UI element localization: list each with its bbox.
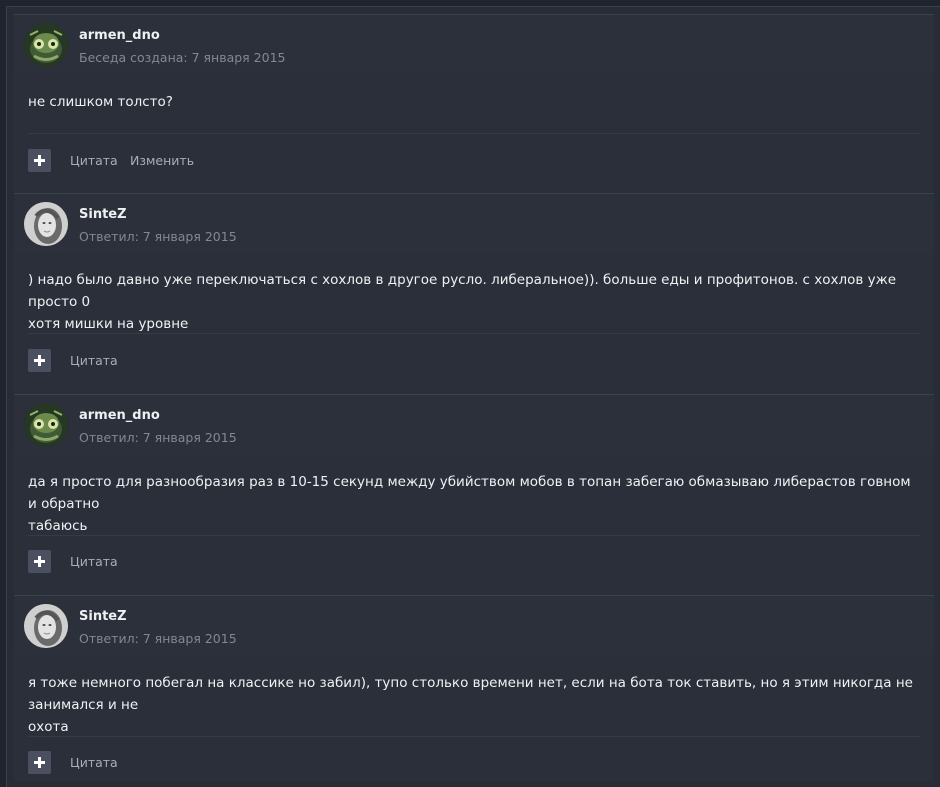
post: SinteZ Ответил: 7 января 2015 я тоже нем… <box>14 595 934 781</box>
reputation-plus-button[interactable] <box>28 349 51 372</box>
reputation-plus-button[interactable] <box>28 550 51 573</box>
post-text-line: охота <box>28 719 69 735</box>
post-header: armen_dno Беседа создана: 7 января 2015 <box>14 15 934 74</box>
post-content: не слишком толсто? <box>28 91 914 113</box>
avatar[interactable] <box>24 202 68 246</box>
author-name[interactable]: SinteZ <box>79 207 127 222</box>
avatar[interactable] <box>24 604 68 648</box>
plus-icon <box>34 556 45 567</box>
post-content: да я просто для разнообразия раз в 10-15… <box>28 471 914 537</box>
author-name[interactable]: armen_dno <box>79 28 160 43</box>
divider <box>28 736 920 737</box>
portrait-avatar-icon <box>24 202 68 246</box>
divider <box>28 535 920 536</box>
reputation-plus-button[interactable] <box>28 751 51 774</box>
post: armen_dno Ответил: 7 января 2015 да я пр… <box>14 394 934 595</box>
post-date: Ответил: 7 января 2015 <box>79 631 237 646</box>
post: SinteZ Ответил: 7 января 2015 ) надо был… <box>14 193 934 394</box>
divider <box>28 333 920 334</box>
plus-icon <box>34 155 45 166</box>
post-text-line: не слишком толсто? <box>28 94 173 110</box>
post-date: Ответил: 7 января 2015 <box>79 430 237 445</box>
post-body: не слишком толсто? Цитата Изменить <box>14 74 934 193</box>
post-body: да я просто для разнообразия раз в 10-15… <box>14 454 934 595</box>
reputation-plus-button[interactable] <box>28 149 51 172</box>
plus-icon <box>34 757 45 768</box>
portrait-avatar-icon <box>24 604 68 648</box>
post-text-line: ) надо было давно уже переключаться с хо… <box>28 272 897 310</box>
avatar[interactable] <box>24 403 68 447</box>
post-body: я тоже немного побегал на классике но за… <box>14 655 934 781</box>
post-header: SinteZ Ответил: 7 января 2015 <box>14 194 934 253</box>
post-text-line: я тоже немного побегал на классике но за… <box>28 675 913 713</box>
post-header: armen_dno Ответил: 7 января 2015 <box>14 395 934 454</box>
avatar[interactable] <box>24 23 68 67</box>
author-name[interactable]: SinteZ <box>79 609 127 624</box>
post-text-line: хотя мишки на уровне <box>28 316 189 332</box>
post-text-line: да я просто для разнообразия раз в 10-15… <box>28 474 911 512</box>
edit-button[interactable]: Изменить <box>130 153 194 168</box>
green-mask-avatar-icon <box>24 403 68 447</box>
quote-button[interactable]: Цитата <box>70 554 118 569</box>
post-text-line: табаюсь <box>28 518 88 534</box>
post-date: Ответил: 7 января 2015 <box>79 229 237 244</box>
plus-icon <box>34 355 45 366</box>
green-mask-avatar-icon <box>24 23 68 67</box>
post-content: ) надо было давно уже переключаться с хо… <box>28 269 914 335</box>
post-content: я тоже немного побегал на классике но за… <box>28 672 914 738</box>
author-name[interactable]: armen_dno <box>79 408 160 423</box>
post-body: ) надо было давно уже переключаться с хо… <box>14 253 934 394</box>
quote-button[interactable]: Цитата <box>70 153 118 168</box>
post: armen_dno Беседа создана: 7 января 2015 … <box>14 14 934 193</box>
quote-button[interactable]: Цитата <box>70 353 118 368</box>
post-date: Беседа создана: 7 января 2015 <box>79 50 286 65</box>
divider <box>28 133 920 134</box>
quote-button[interactable]: Цитата <box>70 755 118 770</box>
post-header: SinteZ Ответил: 7 января 2015 <box>14 596 934 655</box>
